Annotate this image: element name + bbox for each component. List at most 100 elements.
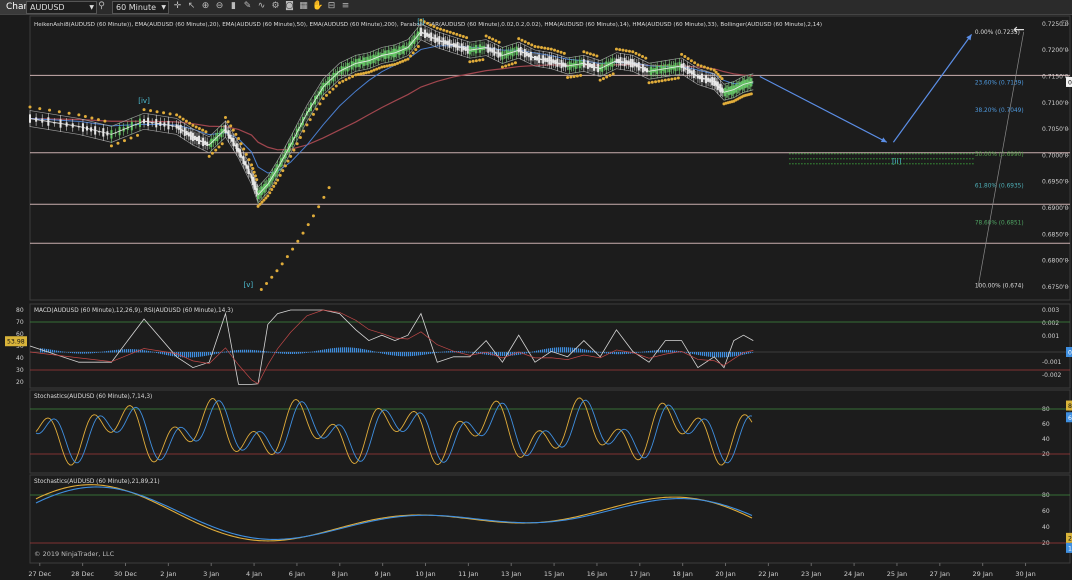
sar-dot bbox=[201, 128, 205, 132]
macd-histogram-bar bbox=[146, 350, 148, 353]
sar-dot bbox=[272, 184, 276, 188]
macd-histogram-bar bbox=[302, 352, 304, 354]
sar-dot bbox=[338, 81, 342, 85]
sar-dot bbox=[109, 144, 113, 148]
macd-histogram-bar bbox=[234, 350, 236, 353]
macd-histogram-bar bbox=[444, 351, 446, 353]
macd-histogram-bar bbox=[500, 352, 502, 356]
macd-histogram-bar bbox=[268, 351, 270, 353]
macd-histogram-bar bbox=[396, 352, 398, 356]
macd-histogram-bar bbox=[162, 352, 164, 355]
back-arrow-icon[interactable]: ← bbox=[1013, 22, 1029, 38]
macd-histogram-bar bbox=[184, 352, 186, 358]
macd-histogram-bar bbox=[414, 352, 416, 356]
sar-dot bbox=[647, 81, 651, 85]
sar-dot bbox=[274, 181, 278, 185]
macd-histogram-bar bbox=[114, 350, 116, 353]
macd-histogram-bar bbox=[416, 352, 418, 356]
sar-dot bbox=[276, 178, 280, 182]
sar-dot bbox=[359, 72, 363, 76]
x-tick-label: 10 Jan bbox=[415, 570, 435, 578]
fib-level-label: 23.60% (0.7139) bbox=[975, 80, 1024, 86]
stochastics-indicator-label: Stochastics(AUDUSD (60 Minute),7,14,3) bbox=[34, 394, 152, 400]
sar-dot bbox=[291, 247, 295, 251]
sar-dot bbox=[315, 107, 319, 111]
sar-dot bbox=[168, 112, 172, 116]
macd-histogram-bar bbox=[536, 350, 538, 353]
macd-histogram-bar bbox=[160, 352, 162, 354]
macd-histogram-bar bbox=[644, 351, 646, 353]
price-tick-label: 0.7150'0 bbox=[1042, 73, 1069, 80]
macd-histogram-bar bbox=[548, 348, 550, 353]
sar-dot bbox=[494, 39, 498, 43]
macd-histogram-bar bbox=[588, 350, 590, 353]
macd-histogram-bar bbox=[730, 352, 732, 357]
macd-histogram-bar bbox=[562, 347, 564, 353]
sar-dot bbox=[155, 110, 159, 114]
macd-histogram-bar bbox=[246, 349, 248, 353]
sar-dot bbox=[471, 59, 475, 63]
fib-level-label: 38.20% (0.7049) bbox=[975, 108, 1024, 114]
sar-dot bbox=[372, 68, 376, 72]
sar-dot bbox=[197, 127, 201, 131]
sar-dot bbox=[67, 111, 71, 115]
macd-histogram-bar bbox=[328, 348, 330, 353]
macd-histogram-bar bbox=[74, 352, 76, 354]
sar-dot bbox=[614, 47, 618, 51]
macd-histogram-bar bbox=[156, 352, 158, 353]
x-tick-label: 25 Jan bbox=[887, 570, 907, 578]
wave-label: [iv] bbox=[138, 97, 150, 105]
sar-dot bbox=[575, 74, 579, 78]
macd-histogram-bar bbox=[304, 352, 306, 354]
macd-histogram-bar bbox=[418, 352, 420, 356]
sar-dot bbox=[624, 49, 628, 53]
macd-histogram-bar bbox=[750, 352, 752, 354]
price-tick-label: 0.7200'0 bbox=[1042, 47, 1069, 54]
stochastics-indicator-label: Stochastics(AUDUSD (60 Minute),21,89,21) bbox=[34, 479, 160, 485]
macd-histogram-bar bbox=[210, 352, 212, 355]
macd-histogram-bar bbox=[666, 350, 668, 353]
macd-histogram-bar bbox=[706, 352, 708, 357]
macd-histogram-bar bbox=[108, 350, 110, 353]
sar-dot bbox=[308, 118, 312, 122]
rsi-tick-label: 80 bbox=[16, 307, 24, 314]
macd-histogram-bar bbox=[526, 352, 528, 354]
macd-histogram-bar bbox=[150, 351, 152, 353]
macd-histogram-bar bbox=[104, 351, 106, 353]
sar-dot bbox=[311, 112, 315, 116]
stochastics-d-value: 13.89 bbox=[1068, 545, 1072, 552]
macd-histogram-bar bbox=[186, 352, 188, 358]
macd-histogram-bar bbox=[476, 352, 478, 354]
sar-dot bbox=[442, 28, 446, 32]
macd-histogram-bar bbox=[700, 352, 702, 356]
macd-histogram-bar bbox=[198, 352, 200, 357]
macd-histogram-bar bbox=[430, 352, 432, 354]
sar-dot bbox=[536, 45, 540, 49]
sar-dot bbox=[270, 188, 274, 192]
sar-dot bbox=[487, 36, 491, 40]
expand-icon[interactable]: ▢ bbox=[1060, 18, 1070, 28]
macd-histogram-bar bbox=[686, 352, 688, 353]
sar-dot bbox=[356, 72, 360, 76]
macd-histogram-bar bbox=[306, 352, 308, 353]
sar-dot bbox=[523, 40, 527, 44]
macd-histogram-bar bbox=[344, 347, 346, 353]
sar-dot bbox=[406, 57, 410, 61]
macd-histogram-bar bbox=[586, 349, 588, 353]
macd-histogram-bar bbox=[292, 352, 294, 354]
macd-histogram-bar bbox=[638, 352, 640, 353]
macd-histogram-bar bbox=[570, 347, 572, 353]
macd-histogram-bar bbox=[642, 351, 644, 353]
macd-histogram-bar bbox=[544, 349, 546, 353]
macd-histogram-bar bbox=[214, 352, 216, 355]
sar-dot bbox=[513, 61, 517, 65]
sar-dot bbox=[667, 78, 671, 82]
sar-dot bbox=[520, 38, 524, 42]
sar-dot bbox=[347, 76, 351, 80]
chart-area[interactable]: 27 Dec 28 Dec 30 Dec 2 Jan 3 Jan 4 Jan 6 Jan 8 … bbox=[0, 0, 1072, 580]
sar-dot bbox=[250, 163, 254, 167]
macd-histogram-bar bbox=[390, 352, 392, 356]
macd-histogram-bar bbox=[116, 349, 118, 353]
macd-histogram-bar bbox=[654, 350, 656, 353]
sar-dot bbox=[178, 115, 182, 119]
